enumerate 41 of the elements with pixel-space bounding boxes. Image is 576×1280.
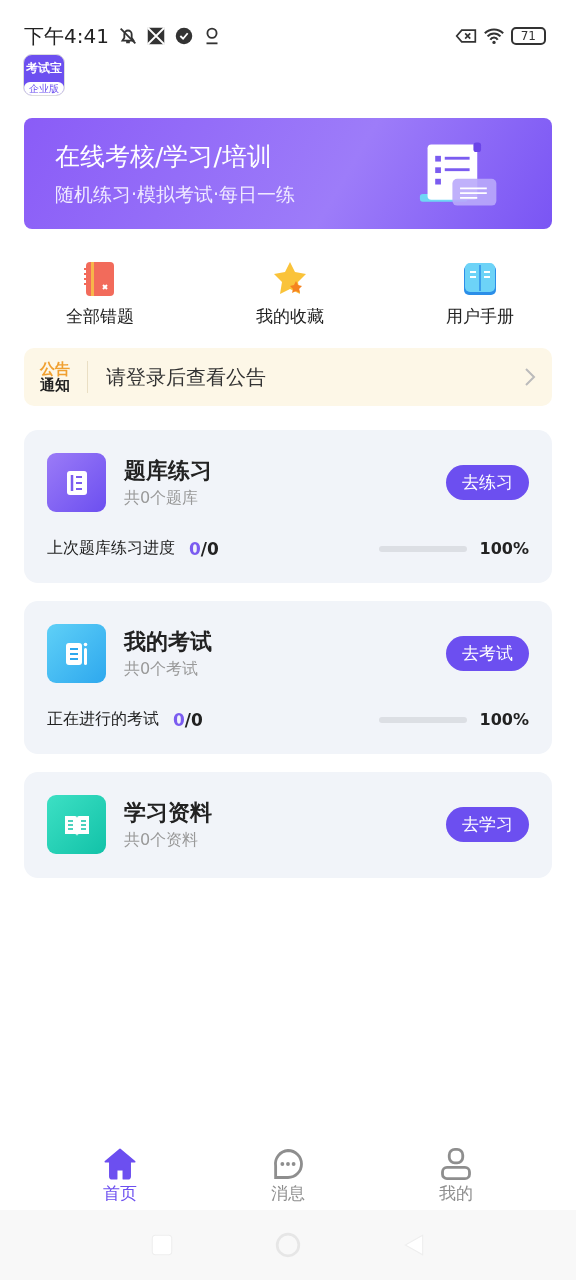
notice-badge-top: 公告 (40, 361, 70, 377)
shortcut-label: 全部错题 (66, 305, 134, 328)
wifi-icon (482, 25, 505, 47)
card-subtitle: 共0个题库 (124, 488, 200, 509)
document-icon (47, 624, 106, 683)
tab-item[interactable]: 我的 (406, 1145, 506, 1205)
tab-item[interactable]: 首页 (70, 1145, 170, 1205)
chevron-right-icon (524, 367, 536, 387)
logo-title: 考试宝 (26, 62, 62, 75)
progress-label: 上次题库练习进度 (47, 538, 175, 559)
banner-subtitle: 随机练习·模拟考试·每日一练 (55, 181, 297, 207)
progress-percent: 100% (479, 710, 529, 729)
tab-item[interactable]: 消息 (238, 1145, 338, 1205)
battery-indicator: 71 (510, 27, 546, 45)
notice-bar[interactable]: 公告 通知 请登录后查看公告 (24, 348, 552, 406)
open-book-icon (47, 795, 106, 854)
notice-text: 请登录后查看公告 (106, 363, 267, 391)
action-button[interactable]: 去考试 (446, 636, 529, 671)
progress-count: 0/0 (173, 709, 203, 730)
card-title: 我的考试 (124, 628, 213, 656)
shortcut-item[interactable]: 我的收藏 (230, 259, 350, 328)
card-subtitle: 共0个考试 (124, 659, 200, 680)
banner-title: 在线考核/学习/培训 (55, 140, 273, 173)
document-icon (47, 453, 106, 512)
action-button[interactable]: 去学习 (446, 807, 529, 842)
user-icon (438, 1145, 474, 1182)
shortcut-label: 我的收藏 (256, 305, 324, 328)
shortcut-item[interactable]: 全部错题 (40, 259, 160, 328)
progress-count: 0/0 (189, 538, 219, 559)
progress-percent: 100% (479, 539, 529, 558)
promo-banner[interactable]: 在线考核/学习/培训 随机练习·模拟考试·每日一练 (24, 118, 552, 229)
notice-badge-bottom: 通知 (40, 377, 70, 393)
shortcut-item[interactable]: 用户手册 (420, 259, 540, 328)
card-subtitle: 共0个资料 (124, 830, 200, 851)
card-title: 学习资料 (124, 799, 213, 827)
card-title: 题库练习 (124, 457, 213, 485)
action-button[interactable]: 去练习 (446, 465, 529, 500)
shortcut-label: 用户手册 (446, 305, 514, 328)
logo-edition: 企业版 (24, 82, 64, 95)
progress-label: 正在进行的考试 (47, 709, 159, 730)
status-time: 下午4:41 (24, 22, 109, 50)
